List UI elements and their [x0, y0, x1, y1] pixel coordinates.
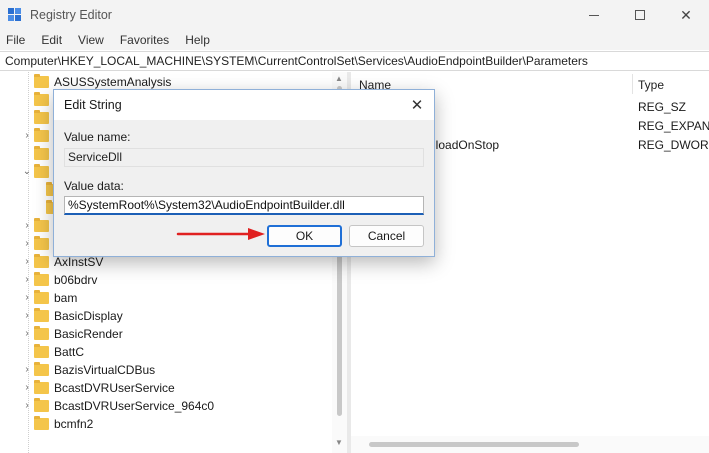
tree-item-label: BcastDVRUserService_964c0	[54, 399, 215, 413]
folder-icon	[34, 146, 49, 160]
expand-chevron-icon[interactable]: ›	[22, 220, 32, 231]
tree-item-label: b06bdrv	[54, 273, 98, 287]
tree-item-label: ASUSSystemAnalysis	[54, 75, 172, 89]
expand-chevron-icon[interactable]: ›	[22, 256, 32, 267]
red-arrow-annotation-icon	[176, 228, 265, 240]
folder-icon	[34, 344, 49, 358]
expand-chevron-icon[interactable]: ›	[22, 400, 32, 411]
folder-icon	[34, 254, 49, 268]
menu-bar: File Edit View Favorites Help	[0, 30, 709, 50]
menu-help[interactable]: Help	[185, 30, 210, 50]
list-horizontal-scrollbar[interactable]	[351, 436, 709, 453]
minimize-button[interactable]	[571, 0, 617, 30]
tree-item-basicdisplay[interactable]: › BasicDisplay	[0, 307, 330, 325]
folder-icon	[34, 110, 49, 124]
scroll-thumb[interactable]	[369, 442, 579, 447]
value-type: REG_SZ	[638, 100, 687, 114]
dialog-title: Edit String	[64, 98, 122, 112]
folder-icon	[34, 164, 49, 178]
expand-chevron-icon[interactable]: ›	[22, 310, 32, 321]
value-name-field: ServiceDll	[64, 148, 424, 167]
folder-icon	[34, 74, 49, 88]
tree-item-bazisvirtualcdbus[interactable]: › BazisVirtualCDBus	[0, 361, 330, 379]
expand-chevron-icon[interactable]: ›	[22, 364, 32, 375]
dialog-close-button[interactable]: ✕	[406, 94, 428, 116]
title-bar: Registry Editor ✕	[0, 0, 709, 30]
dialog-title-bar: Edit String ✕	[54, 90, 434, 120]
tree-item-bam[interactable]: › bam	[0, 289, 330, 307]
folder-icon	[34, 290, 49, 304]
column-separator[interactable]	[632, 74, 633, 94]
folder-icon	[34, 362, 49, 376]
folder-icon	[34, 272, 49, 286]
expand-chevron-icon[interactable]: ›	[22, 328, 32, 339]
value-name-label: Value name:	[64, 130, 131, 144]
menu-edit[interactable]: Edit	[41, 30, 62, 50]
tree-item-label: bam	[54, 291, 78, 305]
folder-icon	[34, 236, 49, 250]
value-type: REG_DWORD	[638, 138, 709, 152]
cancel-button[interactable]: Cancel	[349, 225, 424, 247]
maximize-button[interactable]	[617, 0, 663, 30]
maximize-icon	[635, 10, 645, 20]
folder-icon	[34, 308, 49, 322]
folder-icon	[34, 92, 49, 106]
expand-chevron-icon[interactable]: ›	[22, 130, 32, 141]
tree-item-b06bdrv[interactable]: › b06bdrv	[0, 271, 330, 289]
folder-icon	[34, 380, 49, 394]
tree-item-label: AxInstSV	[54, 255, 104, 269]
expand-chevron-icon[interactable]: ›	[22, 238, 32, 249]
address-bar[interactable]: Computer\HKEY_LOCAL_MACHINE\SYSTEM\Curre…	[0, 51, 709, 71]
registry-editor-icon	[8, 8, 22, 22]
folder-icon	[34, 326, 49, 340]
scroll-up-icon[interactable]: ▲	[335, 74, 343, 83]
window-title: Registry Editor	[30, 8, 112, 22]
menu-view[interactable]: View	[78, 30, 104, 50]
tree-item-bcastdvruserservice-964c0[interactable]: › BcastDVRUserService_964c0	[0, 397, 330, 415]
folder-icon	[34, 398, 49, 412]
close-icon: ✕	[410, 97, 424, 114]
close-window-button[interactable]: ✕	[663, 0, 709, 30]
value-name: nloadOnStop	[429, 138, 500, 152]
tree-item-label: BcastDVRUserService	[54, 381, 175, 395]
tree-item-basicrender[interactable]: › BasicRender	[0, 325, 330, 343]
tree-item-label: bcmfn2	[54, 417, 94, 431]
tree-item-battc[interactable]: BattC	[0, 343, 330, 361]
folder-icon	[34, 416, 49, 430]
tree-item-bcmfn2[interactable]: bcmfn2	[0, 415, 330, 433]
menu-favorites[interactable]: Favorites	[120, 30, 169, 50]
expand-chevron-icon[interactable]: ›	[22, 382, 32, 393]
expand-chevron-icon[interactable]: ›	[22, 274, 32, 285]
minimize-icon	[589, 14, 599, 16]
tree-item-bcastdvruserservice[interactable]: › BcastDVRUserService	[0, 379, 330, 397]
collapse-chevron-icon[interactable]: ⌄	[22, 166, 32, 177]
close-icon: ✕	[680, 6, 692, 23]
folder-icon	[34, 218, 49, 232]
tree-item-label: BattC	[54, 345, 85, 359]
scroll-down-icon[interactable]: ▼	[335, 438, 343, 447]
tree-item-label: BasicDisplay	[54, 309, 123, 323]
value-data-input[interactable]: %SystemRoot%\System32\AudioEndpointBuild…	[64, 196, 424, 215]
folder-icon	[34, 128, 49, 142]
tree-item-label: BasicRender	[54, 327, 123, 341]
value-data-label: Value data:	[64, 179, 124, 193]
column-header-type[interactable]: Type	[638, 78, 664, 92]
expand-chevron-icon[interactable]: ›	[22, 292, 32, 303]
menu-file[interactable]: File	[6, 30, 25, 50]
tree-item-label: BazisVirtualCDBus	[54, 363, 156, 377]
value-type: REG_EXPAND	[638, 119, 709, 133]
ok-button[interactable]: OK	[267, 225, 342, 247]
